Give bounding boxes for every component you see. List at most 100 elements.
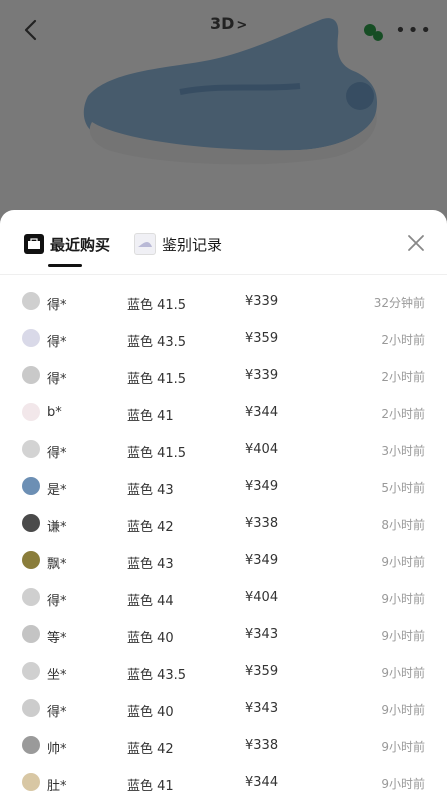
table-row: 得* 蓝色 40 ¥343 9小时前: [0, 691, 447, 728]
buyer-name: 得*: [47, 446, 67, 461]
avatar: [22, 403, 40, 421]
price: ¥339: [245, 294, 279, 309]
buyer-name: 飘*: [47, 557, 67, 572]
avatar: [22, 477, 40, 495]
price: ¥349: [245, 479, 279, 494]
purchase-time: 2小时前: [381, 407, 425, 421]
price: ¥338: [245, 516, 279, 531]
avatar: [22, 662, 40, 680]
price: ¥344: [245, 405, 279, 420]
table-row: 得* 蓝色 43.5 ¥359 2小时前: [0, 321, 447, 358]
avatar: [22, 588, 40, 606]
table-row: 坐* 蓝色 43.5 ¥359 9小时前: [0, 654, 447, 691]
avatar: [22, 625, 40, 643]
avatar: [22, 440, 40, 458]
price: ¥404: [245, 590, 279, 605]
buyer-name: 得*: [47, 335, 67, 350]
price: ¥343: [245, 627, 279, 642]
size-spec: 蓝色 41: [127, 409, 174, 424]
purchase-time: 9小时前: [381, 777, 425, 791]
tab-appraisal-records[interactable]: 鉴别记录: [134, 232, 222, 256]
buyer-name: 得*: [47, 298, 67, 313]
app-screen: 3D > ••• 最近购买 鉴别记录 得* 蓝色 41.5 ¥339 32分钟前…: [0, 0, 447, 800]
avatar: [22, 514, 40, 532]
size-spec: 蓝色 40: [127, 705, 174, 720]
purchase-time: 2小时前: [381, 333, 425, 347]
avatar: [22, 736, 40, 754]
price: ¥359: [245, 331, 279, 346]
appraisal-icon: [134, 233, 156, 255]
size-spec: 蓝色 41.5: [127, 446, 187, 461]
more-icon: •••: [395, 20, 433, 41]
buyer-name: 得*: [47, 705, 67, 720]
tab-label: 鉴别记录: [162, 235, 223, 254]
price: ¥338: [245, 738, 279, 753]
records-sheet: 最近购买 鉴别记录 得* 蓝色 41.5 ¥339 32分钟前 得* 蓝色 43…: [0, 210, 447, 800]
table-row: 飘* 蓝色 43 ¥349 9小时前: [0, 543, 447, 580]
tab-label: 最近购买: [50, 235, 111, 254]
buyer-name: 肚*: [47, 779, 67, 794]
table-row: 是* 蓝色 43 ¥349 5小时前: [0, 469, 447, 506]
avatar: [22, 292, 40, 310]
table-row: 谦* 蓝色 42 ¥338 8小时前: [0, 506, 447, 543]
size-spec: 蓝色 43.5: [127, 668, 187, 683]
purchase-time: 2小时前: [381, 370, 425, 384]
purchase-time: 9小时前: [381, 703, 425, 717]
price: ¥404: [245, 442, 279, 457]
buyer-name: 得*: [47, 372, 67, 387]
buyer-name: 坐*: [47, 668, 67, 683]
view-3d-button[interactable]: 3D >: [210, 14, 247, 33]
table-row: b* 蓝色 41 ¥344 2小时前: [0, 395, 447, 432]
size-spec: 蓝色 41.5: [127, 372, 187, 387]
size-spec: 蓝色 40: [127, 631, 174, 646]
table-row: 得* 蓝色 44 ¥404 9小时前: [0, 580, 447, 617]
table-row: 帅* 蓝色 42 ¥338 9小时前: [0, 728, 447, 765]
chevron-left-icon: [24, 19, 37, 41]
size-spec: 蓝色 42: [127, 742, 174, 757]
price: ¥339: [245, 368, 279, 383]
table-row: 肚* 蓝色 41 ¥344 9小时前: [0, 765, 447, 800]
size-spec: 蓝色 43.5: [127, 335, 187, 350]
chevron-right-icon: >: [236, 18, 248, 33]
purchase-time: 32分钟前: [373, 296, 425, 310]
price: ¥359: [245, 664, 279, 679]
purchase-icon: [24, 234, 44, 254]
purchase-time: 9小时前: [381, 666, 425, 680]
size-spec: 蓝色 41: [127, 779, 174, 794]
tab-recent-purchases[interactable]: 最近购买: [24, 232, 110, 256]
size-spec: 蓝色 41.5: [127, 298, 187, 313]
buyer-name: 得*: [47, 594, 67, 609]
size-spec: 蓝色 43: [127, 483, 174, 498]
purchase-time: 9小时前: [381, 592, 425, 606]
purchase-time: 5小时前: [381, 481, 425, 495]
purchase-record-list: 得* 蓝色 41.5 ¥339 32分钟前 得* 蓝色 43.5 ¥359 2小…: [0, 284, 447, 800]
table-row: 等* 蓝色 40 ¥343 9小时前: [0, 617, 447, 654]
close-icon: [408, 235, 424, 251]
price: ¥343: [245, 701, 279, 716]
size-spec: 蓝色 42: [127, 520, 174, 535]
size-spec: 蓝色 43: [127, 557, 174, 572]
avatar: [22, 366, 40, 384]
purchase-time: 8小时前: [381, 518, 425, 532]
view-3d-label: 3D: [210, 14, 235, 33]
back-button[interactable]: [16, 16, 44, 44]
purchase-time: 9小时前: [381, 555, 425, 569]
buyer-name: 谦*: [47, 520, 67, 535]
avatar: [22, 699, 40, 717]
buyer-name: 帅*: [47, 742, 67, 757]
avatar: [22, 551, 40, 569]
buyer-name: 等*: [47, 631, 67, 646]
buyer-name: 是*: [47, 483, 67, 498]
table-row: 得* 蓝色 41.5 ¥339 32分钟前: [0, 284, 447, 321]
sheet-tabs: 最近购买 鉴别记录: [0, 210, 447, 275]
avatar: [22, 773, 40, 791]
price: ¥349: [245, 553, 279, 568]
close-button[interactable]: [407, 234, 425, 252]
more-button[interactable]: •••: [395, 20, 433, 41]
price: ¥344: [245, 775, 279, 790]
purchase-time: 3小时前: [381, 444, 425, 458]
purchase-time: 9小时前: [381, 629, 425, 643]
table-row: 得* 蓝色 41.5 ¥339 2小时前: [0, 358, 447, 395]
purchase-time: 9小时前: [381, 740, 425, 754]
product-hero: [0, 0, 447, 230]
